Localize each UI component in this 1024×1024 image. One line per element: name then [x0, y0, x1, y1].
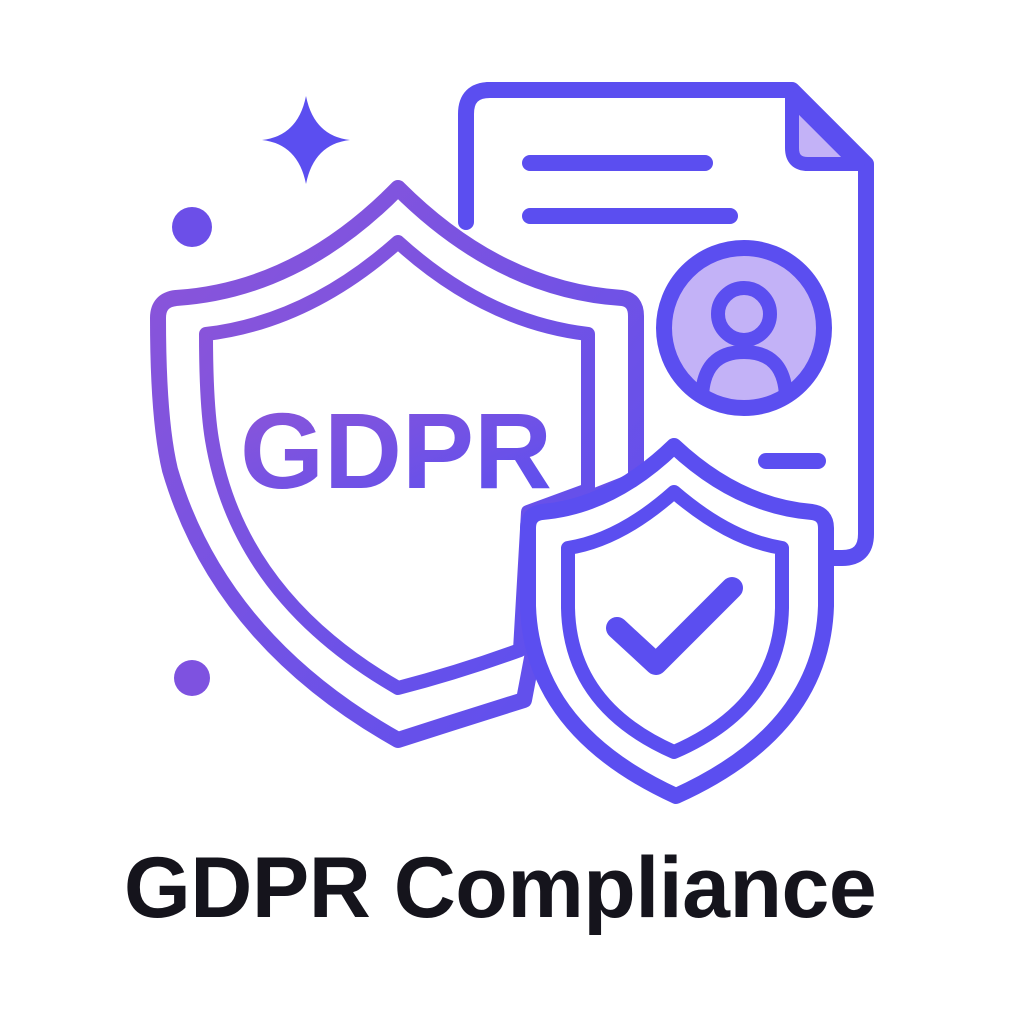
page: GDPR GDPR Compliance — [0, 0, 1024, 1024]
shield-label: GDPR — [240, 390, 552, 511]
dot-icon — [174, 660, 210, 696]
shield-check-icon — [520, 438, 834, 804]
sparkle-icon — [262, 96, 350, 184]
user-avatar-icon — [656, 240, 832, 416]
gdpr-illustration: GDPR — [150, 82, 874, 804]
caption-title: GDPR Compliance — [123, 840, 877, 936]
dot-icon — [172, 207, 212, 247]
